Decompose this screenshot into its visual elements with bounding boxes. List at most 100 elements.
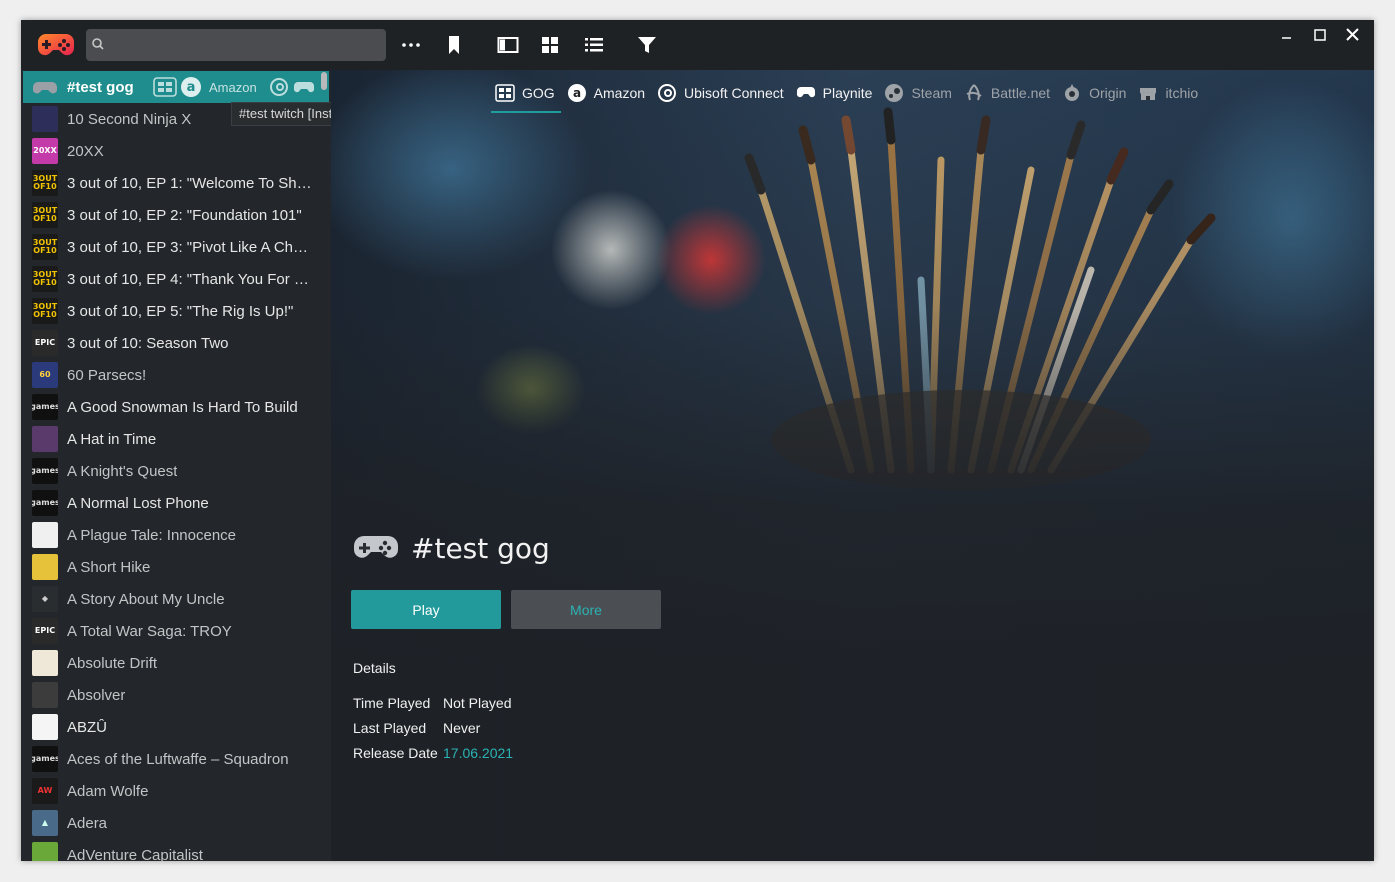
amazon-games-icon: games [32, 490, 58, 516]
gamepad-icon [354, 536, 398, 558]
game-list-item[interactable]: Absolute Drift [23, 647, 329, 679]
detail-key: Time Played [353, 695, 431, 711]
plague-tale-icon [32, 522, 58, 548]
game-list-item-label: A Knight's Quest [67, 462, 178, 480]
game-details-panel: GOG a Amazon Ubisoft Connect Playnite Steam Ba… [331, 70, 1374, 861]
platform-filter-steam[interactable]: Steam [884, 79, 952, 107]
playnite-window: #test gog a Amazon 10 Second Ninja X 20X… [21, 20, 1374, 861]
platform-label: Playnite [822, 85, 873, 101]
platform-label: Ubisoft Connect [684, 85, 784, 101]
short-hike-icon [32, 554, 58, 580]
background-fade [331, 70, 1374, 861]
epic-games-icon: EPIC [32, 330, 58, 356]
60-parsecs-icon: 60 [32, 362, 58, 388]
platform-label: Origin [1089, 85, 1127, 101]
game-list-item-label: Absolver [67, 686, 126, 704]
list-view-icon[interactable] [583, 34, 605, 56]
game-list-item[interactable]: ▲ Adera [23, 807, 329, 839]
origin-icon [1062, 83, 1082, 103]
20xx-icon: 20XX [32, 138, 58, 164]
game-list-item[interactable]: ABZÛ [23, 711, 329, 743]
filter-icon[interactable] [636, 34, 658, 56]
game-list-item-label: AdVenture Capitalist [67, 846, 203, 862]
game-list-item[interactable]: 60 60 Parsecs! [23, 359, 329, 391]
more-icon[interactable] [400, 34, 422, 56]
epic-games-icon: EPIC [32, 618, 58, 644]
platform-filter-origin[interactable]: Origin [1062, 79, 1126, 107]
game-list-item[interactable]: EPIC 3 out of 10: Season Two [23, 327, 329, 359]
game-list-item[interactable]: AW Adam Wolfe [23, 775, 329, 807]
game-list-item-label: Absolute Drift [67, 654, 158, 672]
game-list-item[interactable]: games A Knight's Quest [23, 455, 329, 487]
top-bar [21, 20, 1374, 70]
platform-filter-playnite[interactable]: Playnite [796, 79, 873, 107]
sidebar-view-icon[interactable] [497, 34, 519, 56]
game-list-item[interactable]: 3OUT OF10 3 out of 10, EP 1: "Welcome To … [23, 167, 329, 199]
amazon-games-icon: games [32, 746, 58, 772]
game-list-item[interactable]: 20XX 20XX [23, 135, 329, 167]
game-list-item[interactable]: games Aces of the Luftwaffe – Squadron [23, 743, 329, 775]
ubisoft-icon [657, 83, 677, 103]
3-out-of-10-icon: 3OUT OF10 [32, 266, 58, 292]
ubisoft-icon [269, 78, 288, 96]
platform-filter-ubisoft-connect[interactable]: Ubisoft Connect [657, 79, 784, 107]
itchio-icon [1138, 83, 1158, 103]
game-list-item[interactable]: A Hat in Time [23, 423, 329, 455]
details-heading: Details [353, 660, 396, 676]
game-list-item[interactable]: A Plague Tale: Innocence [23, 519, 329, 551]
game-list-item-label: A Normal Lost Phone [67, 494, 209, 512]
game-list-item[interactable]: ◆ A Story About My Uncle [23, 583, 329, 615]
platform-filter-amazon[interactable]: a Amazon [567, 79, 645, 107]
amazon-icon: a [181, 77, 201, 97]
game-list-item-label: A Good Snowman Is Hard To Build [67, 398, 298, 416]
more-button[interactable]: More [511, 590, 661, 629]
amazon-icon: a [567, 83, 587, 103]
platform-label: GOG [522, 85, 555, 101]
gog-icon [495, 83, 515, 103]
game-list-item[interactable]: A Short Hike [23, 551, 329, 583]
platform-label: Amazon [593, 85, 646, 101]
platform-filter-battle-net[interactable]: Battle.net [964, 79, 1050, 107]
platform-filter-gog[interactable]: GOG [491, 79, 561, 113]
detail-value[interactable]: 17.06.2021 [443, 745, 513, 761]
game-list-item-label: 60 Parsecs! [67, 366, 147, 384]
playnite-logo-icon[interactable] [37, 29, 75, 61]
scrollbar-thumb[interactable] [321, 72, 327, 90]
game-list-item[interactable]: games A Normal Lost Phone [23, 487, 329, 519]
gog-icon [153, 77, 177, 97]
game-list-item[interactable]: AdVenture Capitalist [23, 839, 329, 861]
game-list-item[interactable]: 3OUT OF10 3 out of 10, EP 4: "Thank You F… [23, 263, 329, 295]
platform-label: Battle.net [990, 85, 1051, 101]
game-list-item[interactable]: EPIC A Total War Saga: TROY [23, 615, 329, 647]
game-list-item-label: 3 out of 10, EP 3: "Pivot Like A Cha... [67, 238, 312, 256]
selected-game-label: #test gog [67, 78, 134, 96]
minimize-icon[interactable] [1277, 26, 1297, 46]
game-list-item-label: A Plague Tale: Innocence [67, 526, 237, 544]
selected-platform-label: Amazon [209, 79, 257, 95]
bookmark-icon[interactable] [443, 34, 465, 56]
game-list-item[interactable]: 3OUT OF10 3 out of 10, EP 5: "The Rig Is … [23, 295, 329, 327]
close-icon[interactable] [1343, 26, 1363, 46]
game-list-item[interactable]: Absolver [23, 679, 329, 711]
search-input[interactable] [86, 29, 386, 61]
game-list-item[interactable]: 3OUT OF10 3 out of 10, EP 3: "Pivot Like … [23, 231, 329, 263]
platform-filter-itchio[interactable]: itchio [1138, 79, 1198, 107]
game-list-item-selected[interactable]: #test gog a Amazon [23, 71, 329, 103]
hat-in-time-icon [32, 426, 58, 452]
platform-filter-bar: GOG a Amazon Ubisoft Connect Playnite Steam Ba… [491, 78, 1210, 113]
adventure-capitalist-icon [32, 842, 58, 861]
game-header: #test gog [353, 530, 550, 566]
game-title: #test gog [411, 531, 550, 565]
absolver-icon [32, 682, 58, 708]
maximize-icon[interactable] [1310, 26, 1330, 46]
gamepad-icon [32, 74, 58, 100]
grid-view-icon[interactable] [539, 34, 561, 56]
game-list-item-label: 10 Second Ninja X [67, 110, 192, 128]
game-list-sidebar: #test gog a Amazon 10 Second Ninja X 20X… [21, 70, 331, 861]
game-list-item[interactable]: games A Good Snowman Is Hard To Build [23, 391, 329, 423]
detail-value: Not Played [443, 695, 512, 711]
play-button[interactable]: Play [351, 590, 501, 629]
platform-label: Steam [911, 85, 952, 101]
game-list-item[interactable]: 3OUT OF10 3 out of 10, EP 2: "Foundation … [23, 199, 329, 231]
game-list-item-label: 3 out of 10, EP 2: "Foundation 101" [67, 206, 302, 224]
